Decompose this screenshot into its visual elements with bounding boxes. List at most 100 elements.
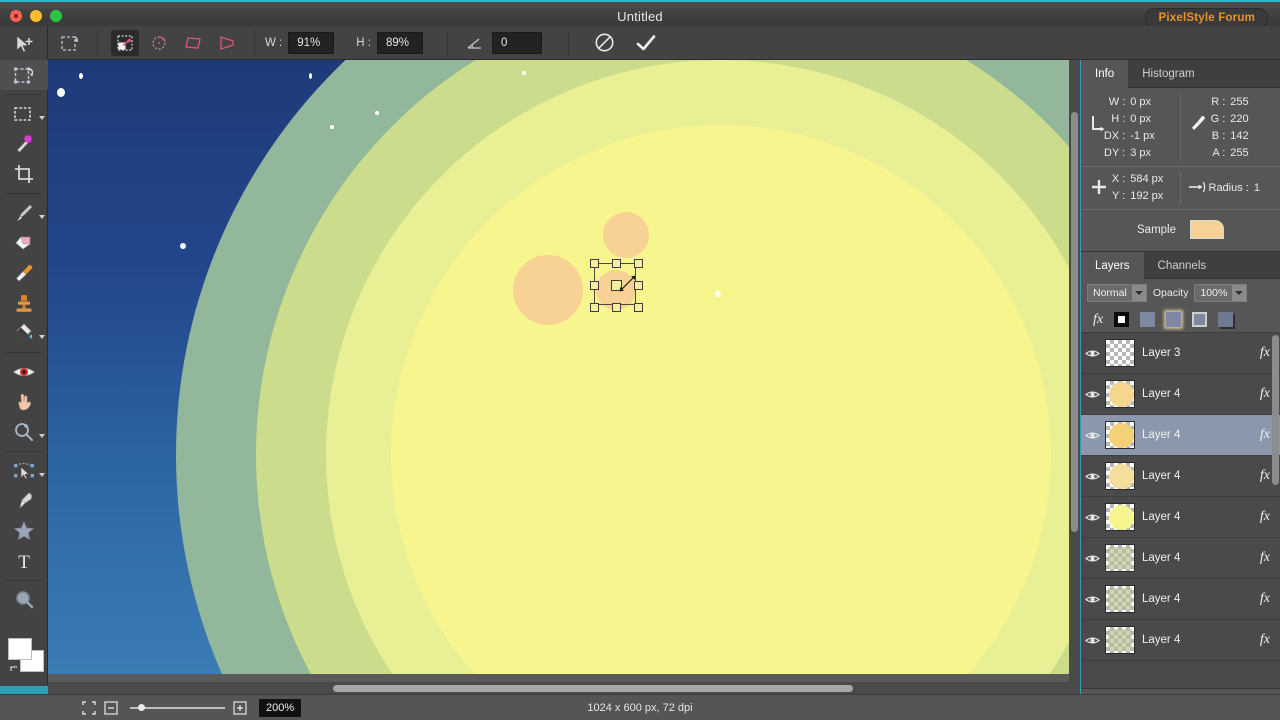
layer-thumbnail[interactable] — [1105, 339, 1135, 367]
minimize-window-button[interactable] — [30, 10, 42, 22]
layer-visibility-icon[interactable] — [1085, 389, 1105, 400]
sidebar-item-magnifier-tool[interactable] — [0, 585, 48, 615]
transform-handle-top-right[interactable] — [634, 259, 643, 268]
transform-selection-box[interactable] — [590, 259, 643, 312]
tab-histogram[interactable]: Histogram — [1128, 60, 1208, 88]
sidebar-item-crop-tool[interactable] — [0, 159, 48, 189]
sidebar-item-type-tool[interactable]: T — [0, 546, 48, 576]
layer-thumbnail[interactable] — [1105, 544, 1135, 572]
transform-handle-bottom-right[interactable] — [634, 303, 643, 312]
layer-visibility-icon[interactable] — [1085, 348, 1105, 359]
layer-visibility-icon[interactable] — [1085, 635, 1105, 646]
layer-style-default-button[interactable] — [1114, 312, 1130, 327]
layer-row[interactable]: Layer 4 fx — [1081, 415, 1280, 456]
sample-color-swatch[interactable] — [1190, 220, 1224, 239]
layer-row[interactable]: Layer 4 fx — [1081, 538, 1280, 579]
transform-handle-bottom-center[interactable] — [612, 303, 621, 312]
tab-channels[interactable]: Channels — [1144, 252, 1221, 280]
sidebar-item-brush-tool[interactable] — [0, 198, 48, 228]
fit-screen-button[interactable] — [80, 700, 98, 716]
sidebar-item-path-select-tool[interactable] — [0, 456, 48, 486]
layer-visibility-icon[interactable] — [1085, 512, 1105, 523]
cancel-transform-button[interactable] — [591, 30, 619, 56]
layer-visibility-icon[interactable] — [1085, 594, 1105, 605]
layer-row[interactable]: Layer 4 fx — [1081, 456, 1280, 497]
sidebar-item-shape-tool[interactable] — [0, 516, 48, 546]
layer-thumbnail[interactable] — [1105, 462, 1135, 490]
layer-style-glow-button[interactable] — [1166, 312, 1182, 327]
sidebar-item-magic-wand-tool[interactable] — [0, 129, 48, 159]
layer-fx-icon[interactable]: fx — [1260, 550, 1276, 566]
zoom-level-input[interactable]: 200% — [259, 698, 302, 717]
zoom-out-button[interactable] — [102, 700, 120, 716]
canvas-vertical-scroll-thumb[interactable] — [1071, 112, 1078, 532]
sidebar-item-red-eye-tool[interactable] — [0, 357, 48, 387]
chevron-down-icon[interactable] — [39, 335, 45, 339]
chevron-down-icon[interactable] — [1232, 285, 1247, 301]
close-window-button[interactable] — [10, 10, 22, 22]
layer-visibility-icon[interactable] — [1085, 471, 1105, 482]
layer-thumbnail[interactable] — [1105, 585, 1135, 613]
sidebar-item-hand-tool[interactable] — [0, 387, 48, 417]
blend-mode-select[interactable]: Normal — [1087, 284, 1147, 302]
transform-mode-scale[interactable] — [111, 29, 139, 56]
zoom-window-button[interactable] — [50, 10, 62, 22]
canvas-area[interactable] — [48, 60, 1080, 682]
layer-fx-icon[interactable]: fx — [1260, 509, 1276, 525]
layer-style-shadow-button[interactable] — [1218, 312, 1234, 327]
layer-thumbnail[interactable] — [1105, 380, 1135, 408]
canvas-horizontal-scroll-thumb[interactable] — [333, 685, 853, 692]
free-transform-icon[interactable] — [56, 30, 84, 56]
chevron-down-icon[interactable] — [39, 215, 45, 219]
pixelstyle-forum-badge[interactable]: PixelStyle Forum — [1145, 8, 1268, 28]
fx-icon[interactable]: fx — [1093, 312, 1103, 328]
layer-row[interactable]: Layer 4 fx — [1081, 620, 1280, 661]
sidebar-item-eraser-tool[interactable] — [0, 228, 48, 258]
sidebar-item-rectangular-marquee-tool[interactable] — [0, 99, 48, 129]
transform-handle-top-left[interactable] — [590, 259, 599, 268]
confirm-transform-button[interactable] — [632, 30, 660, 56]
sidebar-item-stamp-tool[interactable] — [0, 288, 48, 318]
layer-row[interactable]: Layer 4 fx — [1081, 374, 1280, 415]
color-swatches[interactable] — [8, 638, 44, 674]
foreground-color-swatch[interactable] — [8, 638, 32, 660]
layer-fx-icon[interactable]: fx — [1260, 591, 1276, 607]
reset-colors-icon[interactable] — [9, 663, 20, 674]
sidebar-item-free-transform-tool[interactable] — [0, 60, 48, 90]
zoom-slider-knob[interactable] — [138, 703, 145, 711]
layer-row[interactable]: Layer 4 fx — [1081, 579, 1280, 620]
height-input[interactable]: 89% — [376, 31, 423, 54]
chevron-down-icon[interactable] — [1131, 285, 1146, 301]
layer-thumbnail[interactable] — [1105, 626, 1135, 654]
transform-mode-distort[interactable] — [179, 30, 207, 56]
layer-style-inner-button[interactable] — [1192, 312, 1208, 327]
transform-handle-top-center[interactable] — [612, 259, 621, 268]
width-input[interactable]: 91% — [288, 31, 335, 54]
chevron-down-icon[interactable] — [39, 116, 45, 120]
layer-thumbnail[interactable] — [1105, 503, 1135, 531]
layer-row[interactable]: Layer 4 fx — [1081, 497, 1280, 538]
sidebar-item-paint-bucket-tool[interactable] — [0, 318, 48, 348]
sidebar-item-zoom-in-tool[interactable] — [0, 417, 48, 447]
tab-info[interactable]: Info — [1081, 60, 1129, 88]
transform-mode-perspective[interactable] — [213, 30, 241, 56]
sidebar-item-pen-tool[interactable] — [0, 486, 48, 516]
layer-visibility-icon[interactable] — [1085, 430, 1105, 441]
zoom-in-button[interactable] — [231, 700, 249, 716]
transform-handle-middle-left[interactable] — [590, 281, 599, 290]
chevron-down-icon[interactable] — [39, 434, 45, 438]
transform-handle-bottom-left[interactable] — [590, 303, 599, 312]
layer-thumbnail[interactable] — [1105, 421, 1135, 449]
layer-style-flat-button[interactable] — [1140, 312, 1156, 327]
layer-row[interactable]: Layer 3 fx — [1081, 333, 1280, 374]
layers-scroll-thumb[interactable] — [1272, 335, 1279, 485]
layer-fx-icon[interactable]: fx — [1260, 632, 1276, 648]
canvas-horizontal-scrollbar[interactable] — [48, 682, 1080, 694]
transform-mode-rotate[interactable] — [145, 30, 173, 56]
layer-visibility-icon[interactable] — [1085, 553, 1105, 564]
chevron-down-icon[interactable] — [39, 473, 45, 477]
zoom-slider[interactable] — [130, 703, 225, 711]
angle-input[interactable]: 0 — [491, 31, 542, 54]
sidebar-item-move-tool[interactable] — [0, 30, 48, 60]
opacity-select[interactable]: 100% — [1194, 284, 1248, 302]
